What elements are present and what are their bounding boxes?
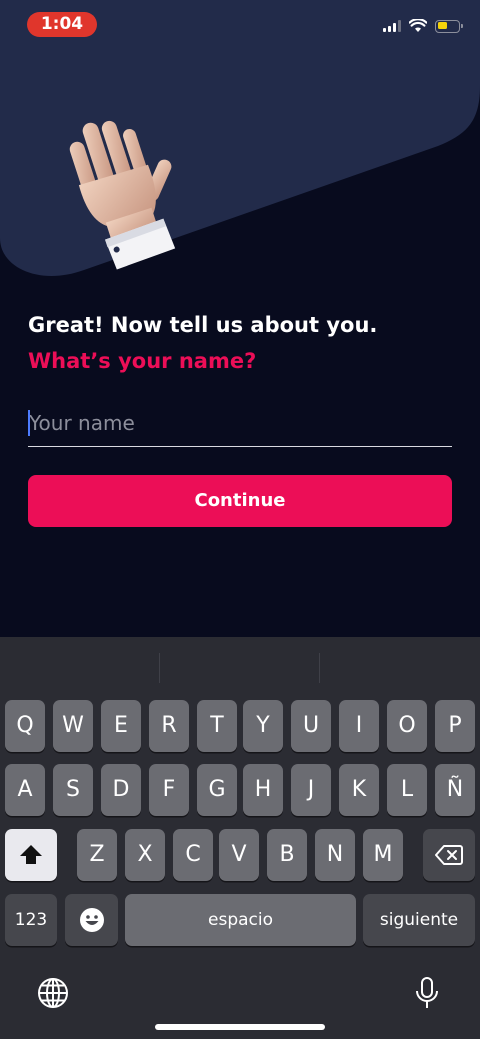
key-d[interactable]: D (101, 764, 141, 816)
status-bar: 1:04 (0, 0, 480, 50)
continue-button[interactable]: Continue (28, 475, 452, 527)
suggestion-bar (0, 637, 480, 693)
key-k[interactable]: K (339, 764, 379, 816)
key-j[interactable]: J (291, 764, 331, 816)
name-input[interactable] (28, 404, 452, 442)
wifi-icon (409, 19, 427, 32)
cellular-signal-icon (383, 20, 401, 32)
key-x[interactable]: X (125, 829, 165, 881)
key-y[interactable]: Y (243, 700, 283, 752)
key-n-tilde[interactable]: Ñ (435, 764, 475, 816)
waving-hand-icon (69, 120, 176, 270)
keyboard: Q W E R T Y U I O P A S D F G H J K L Ñ (0, 637, 480, 1039)
key-e[interactable]: E (101, 700, 141, 752)
key-z[interactable]: Z (77, 829, 117, 881)
key-t[interactable]: T (197, 700, 237, 752)
key-u[interactable]: U (291, 700, 331, 752)
backspace-icon (435, 845, 463, 865)
battery-icon (435, 19, 463, 33)
key-n[interactable]: N (315, 829, 355, 881)
shift-key[interactable] (5, 829, 57, 881)
key-v[interactable]: V (219, 829, 259, 881)
suggestion-divider (159, 653, 160, 683)
suggestion-divider (319, 653, 320, 683)
text-caret (28, 410, 30, 436)
key-q[interactable]: Q (5, 700, 45, 752)
numbers-key[interactable]: 123 (5, 894, 57, 946)
key-b[interactable]: B (267, 829, 307, 881)
key-s[interactable]: S (53, 764, 93, 816)
screen: 1:04 Great! Now tell us about you. What’… (0, 0, 480, 1039)
emoji-key[interactable] (65, 894, 118, 946)
return-key[interactable]: siguiente (363, 894, 475, 946)
key-h[interactable]: H (243, 764, 283, 816)
space-key[interactable]: espacio (125, 894, 356, 946)
key-c[interactable]: C (173, 829, 213, 881)
key-i[interactable]: I (339, 700, 379, 752)
shift-icon (20, 845, 42, 864)
status-time: 1:04 (27, 12, 97, 37)
emoji-icon (79, 908, 104, 932)
key-m[interactable]: M (363, 829, 403, 881)
key-p[interactable]: P (435, 700, 475, 752)
key-o[interactable]: O (387, 700, 427, 752)
globe-icon[interactable] (36, 976, 70, 1010)
key-f[interactable]: F (149, 764, 189, 816)
key-g[interactable]: G (197, 764, 237, 816)
name-field[interactable] (28, 404, 452, 447)
headline: Great! Now tell us about you. (28, 313, 378, 337)
name-question: What’s your name? (28, 349, 257, 373)
key-a[interactable]: A (5, 764, 45, 816)
key-w[interactable]: W (53, 700, 93, 752)
status-icons (383, 18, 463, 34)
key-r[interactable]: R (149, 700, 189, 752)
home-indicator[interactable] (155, 1024, 325, 1030)
key-l[interactable]: L (387, 764, 427, 816)
backspace-key[interactable] (423, 829, 475, 881)
microphone-icon[interactable] (410, 976, 444, 1010)
